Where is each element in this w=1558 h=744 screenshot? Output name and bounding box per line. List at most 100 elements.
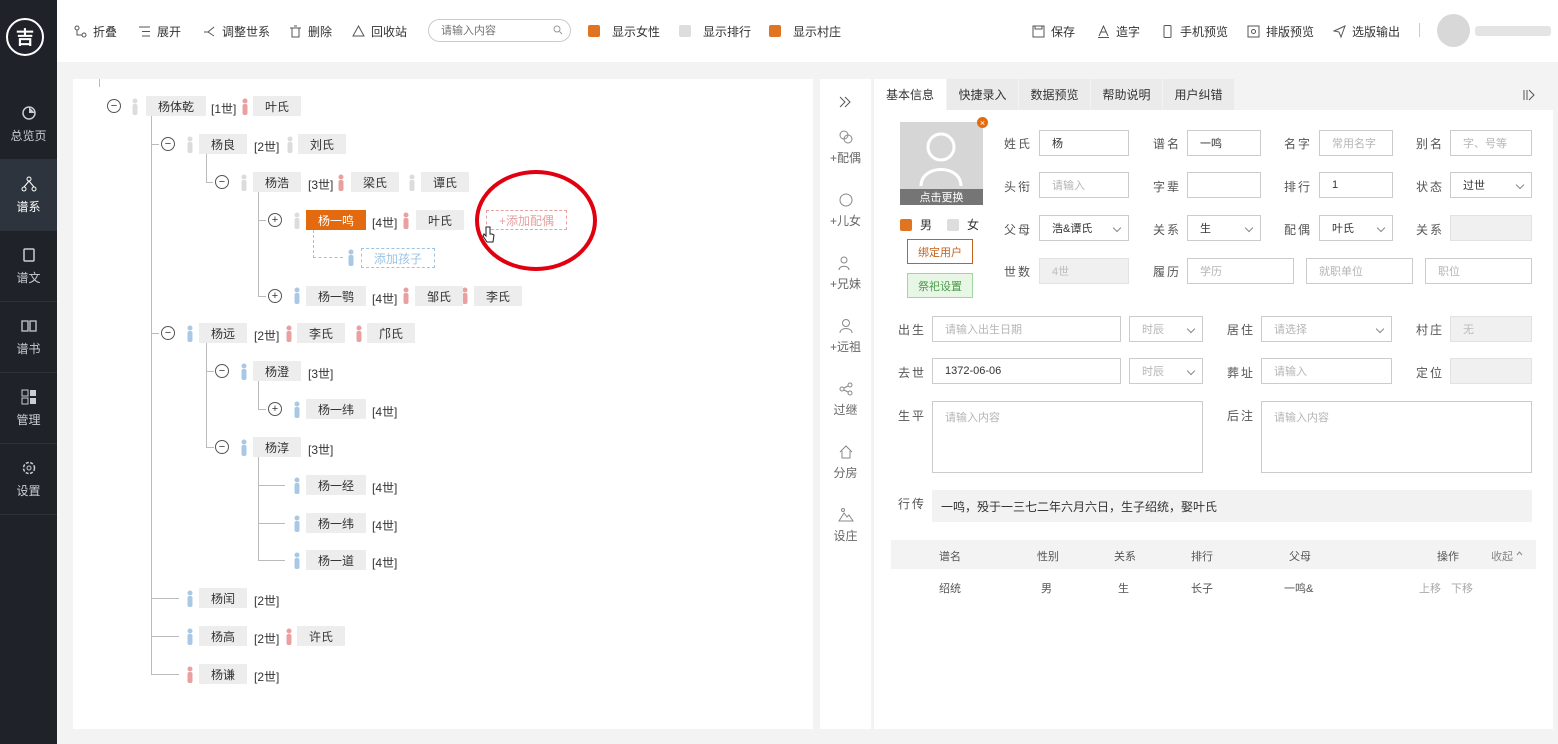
spouse-node[interactable]: 许氏 xyxy=(297,626,346,646)
collapse-panel-icon[interactable] xyxy=(839,96,851,108)
branch-house-tool[interactable]: 分房 xyxy=(820,444,871,481)
search-icon[interactable] xyxy=(553,25,563,35)
village-tool[interactable]: 设庄 xyxy=(820,507,871,544)
tree-node[interactable]: 杨体乾 xyxy=(146,96,207,116)
birth-hour-select[interactable]: 时辰 xyxy=(1129,316,1203,342)
spouse-node[interactable]: 李氏 xyxy=(474,286,523,306)
search-input[interactable] xyxy=(428,19,571,42)
spouse-node[interactable]: 叶氏 xyxy=(253,96,302,116)
location-field[interactable] xyxy=(1450,358,1532,384)
export-button[interactable]: 选版输出 xyxy=(1333,22,1400,40)
sidebar-item-book[interactable]: 谱书 xyxy=(0,302,57,373)
birth-date-field[interactable]: 请输入出生日期 xyxy=(932,316,1121,342)
tree-node-selected[interactable]: 杨一鸣 xyxy=(306,210,367,230)
layout-preview-button[interactable]: 排版预览 xyxy=(1247,22,1314,40)
spouse-node[interactable]: 刘氏 xyxy=(298,134,347,154)
tab-basic-info[interactable]: 基本信息 xyxy=(874,79,946,110)
employer-field[interactable]: 就职单位 xyxy=(1306,258,1413,284)
expand-panel-icon[interactable] xyxy=(1523,89,1535,101)
user-name-blurred[interactable] xyxy=(1475,26,1551,36)
collapse-toggle[interactable]: − xyxy=(215,175,229,189)
title-field[interactable]: 请输入 xyxy=(1039,172,1129,198)
burial-field[interactable]: 请输入 xyxy=(1261,358,1392,384)
tree-node[interactable]: 杨一经 xyxy=(306,475,367,495)
spouse-node[interactable]: 李氏 xyxy=(297,323,346,343)
tree-node[interactable]: 杨谦 xyxy=(199,664,248,684)
residence-select[interactable]: 请选择 xyxy=(1261,316,1392,342)
notes-textarea[interactable]: 请输入内容 xyxy=(1261,401,1532,473)
tree-node[interactable]: 杨一鹗 xyxy=(306,286,367,306)
spouse-node[interactable]: 邝氏 xyxy=(367,323,416,343)
user-avatar[interactable] xyxy=(1437,14,1470,47)
adjust-lineage-button[interactable]: 调整世系 xyxy=(203,22,270,40)
fold-button[interactable]: 折叠 xyxy=(74,22,117,40)
collapse-table-button[interactable]: 收起 xyxy=(1491,548,1513,564)
sidebar-item-manage[interactable]: 管理 xyxy=(0,373,57,444)
zibei-field[interactable] xyxy=(1187,172,1261,198)
tree-node[interactable]: 杨一纬 xyxy=(306,513,367,533)
add-ancestor-tool[interactable]: +远祖 xyxy=(820,318,871,355)
parents-select[interactable]: 浩&谭氏 xyxy=(1039,215,1129,241)
collapse-toggle[interactable]: − xyxy=(215,440,229,454)
add-sibling-tool[interactable]: +兄妹 xyxy=(820,255,871,292)
show-female-checkbox[interactable]: 显示女性 xyxy=(588,22,660,40)
collapse-toggle[interactable]: − xyxy=(161,137,175,151)
expand-toggle[interactable]: + xyxy=(268,402,282,416)
tree-node[interactable]: 杨高 xyxy=(199,626,248,646)
chevron-up-icon[interactable] xyxy=(1516,551,1523,556)
move-up-button[interactable]: 上移 xyxy=(1419,580,1441,596)
collapse-toggle[interactable]: − xyxy=(161,326,175,340)
expand-toggle[interactable]: + xyxy=(268,213,282,227)
pu-name-field[interactable]: 一鸣 xyxy=(1187,130,1261,156)
relation-select[interactable]: 生 xyxy=(1187,215,1261,241)
tree-node[interactable]: 杨澄 xyxy=(253,361,302,381)
adoption-tool[interactable]: 过继 xyxy=(820,381,871,418)
tree-node[interactable]: 杨一道 xyxy=(306,550,367,570)
tree-node[interactable]: 杨远 xyxy=(199,323,248,343)
death-hour-select[interactable]: 时辰 xyxy=(1129,358,1203,384)
make-char-button[interactable]: 造字 xyxy=(1097,22,1140,40)
add-child-tool[interactable]: +儿女 xyxy=(820,192,871,229)
gender-male-option[interactable]: 男 xyxy=(900,216,932,233)
recycle-bin-button[interactable]: 回收站 xyxy=(352,22,407,40)
remove-photo-icon[interactable]: × xyxy=(977,117,988,128)
show-village-checkbox[interactable]: 显示村庄 xyxy=(769,22,841,40)
tab-user-correction[interactable]: 用户纠错 xyxy=(1163,79,1234,110)
show-rank-checkbox[interactable]: 显示排行 xyxy=(679,22,751,40)
tab-help[interactable]: 帮助说明 xyxy=(1091,79,1162,110)
move-down-button[interactable]: 下移 xyxy=(1451,580,1473,596)
app-logo[interactable]: 吉 xyxy=(6,18,44,56)
delete-button[interactable]: 删除 xyxy=(289,22,332,40)
collapse-toggle[interactable]: − xyxy=(215,364,229,378)
add-child-button[interactable]: 添加孩子 xyxy=(361,248,436,268)
tree-node[interactable]: 杨浩 xyxy=(253,172,302,192)
expand-toggle[interactable]: + xyxy=(268,289,282,303)
add-spouse-tool[interactable]: +配偶 xyxy=(820,129,871,166)
save-button[interactable]: 保存 xyxy=(1032,22,1075,40)
tab-quick-entry[interactable]: 快捷录入 xyxy=(947,79,1018,110)
surname-field[interactable]: 杨 xyxy=(1039,130,1129,156)
death-date-field[interactable]: 1372-06-06 xyxy=(932,358,1121,384)
avatar-photo[interactable]: 点击更换 xyxy=(900,122,983,205)
tab-data-preview[interactable]: 数据预览 xyxy=(1019,79,1090,110)
tree-node[interactable]: 杨良 xyxy=(199,134,248,154)
change-photo-caption[interactable]: 点击更换 xyxy=(900,189,983,205)
collapse-toggle[interactable]: − xyxy=(107,99,121,113)
gender-female-option[interactable]: 女 xyxy=(947,216,979,233)
mobile-preview-button[interactable]: 手机预览 xyxy=(1161,22,1228,40)
bind-user-button[interactable]: 绑定用户 xyxy=(907,239,973,264)
sidebar-item-settings[interactable]: 设置 xyxy=(0,444,57,515)
rank-field[interactable]: 1 xyxy=(1319,172,1393,198)
tree-node[interactable]: 杨淳 xyxy=(253,437,302,457)
status-select[interactable]: 过世 xyxy=(1450,172,1532,198)
spouse-node[interactable]: 谭氏 xyxy=(421,172,470,192)
position-field[interactable]: 职位 xyxy=(1425,258,1532,284)
sidebar-item-text[interactable]: 谱文 xyxy=(0,231,57,302)
spouse-node[interactable]: 叶氏 xyxy=(416,210,465,230)
spouse-select[interactable]: 叶氏 xyxy=(1319,215,1393,241)
spouse-node[interactable]: 邹氏 xyxy=(415,286,464,306)
biography-field[interactable]: 一鸣，殁于一三七二年六月六日，生子绍统，娶叶氏 xyxy=(932,490,1532,522)
education-field[interactable]: 学历 xyxy=(1187,258,1294,284)
ritual-settings-button[interactable]: 祭祀设置 xyxy=(907,273,973,298)
tree-node[interactable]: 杨一纬 xyxy=(306,399,367,419)
